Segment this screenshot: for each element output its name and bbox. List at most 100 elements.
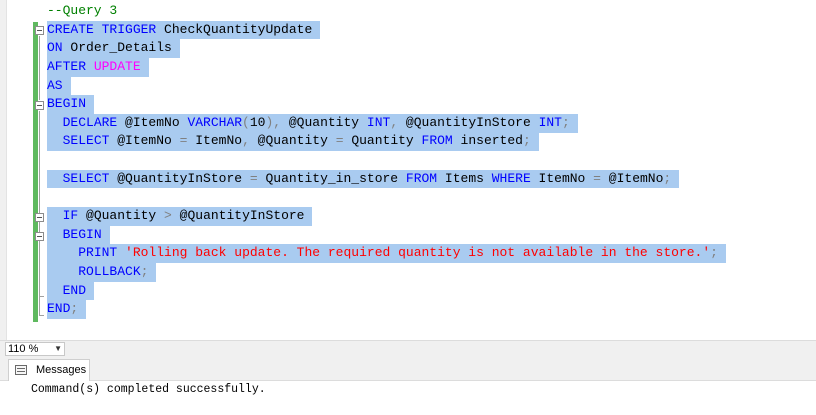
code-line[interactable]: BEGIN	[47, 95, 726, 114]
sql-code[interactable]: --Query 3 CREATE TRIGGER CheckQuantityUpd…	[47, 2, 726, 319]
selection-highlight: --Query 3	[47, 2, 125, 21]
code-token: VARCHAR	[187, 114, 243, 130]
code-line[interactable]: SELECT @ItemNo = ItemNo, @Quantity = Qua…	[47, 132, 726, 152]
code-token: PRINT	[78, 245, 118, 261]
code-line[interactable]: CREATE TRIGGER CheckQuantityUpdate	[47, 20, 726, 40]
code-token: ON	[47, 40, 63, 56]
selection-highlight: DECLARE @ItemNo VARCHAR(10), @Quantity I…	[47, 113, 578, 133]
code-token: Quantity	[343, 133, 422, 149]
code-line[interactable]: AS	[47, 76, 726, 96]
horizontal-scrollbar[interactable]	[70, 342, 816, 356]
selection-highlight: SELECT @ItemNo = ItemNo, @Quantity = Qua…	[47, 132, 539, 152]
collapse-begin-icon[interactable]	[35, 101, 44, 110]
code-token: >	[164, 208, 172, 224]
code-token: INT	[366, 114, 391, 130]
selection-highlight: BEGIN	[47, 225, 110, 245]
code-token: END	[47, 301, 71, 317]
code-token: @ItemNo	[109, 133, 180, 149]
code-token: @QuantityInStore	[398, 114, 539, 130]
code-token: ;	[663, 170, 672, 186]
code-token: CheckQuantityUpdate	[156, 21, 313, 37]
code-token: @Quantity	[249, 133, 336, 149]
code-line[interactable]: IF @Quantity > @QuantityInStore	[47, 207, 726, 226]
code-token: @Quantity	[281, 114, 367, 130]
code-token: ;	[561, 114, 570, 130]
collapse-if-icon[interactable]	[35, 213, 44, 222]
selection-highlight: CREATE TRIGGER CheckQuantityUpdate	[47, 20, 321, 40]
results-tab-strip: Messages	[0, 357, 816, 381]
code-token: FROM	[421, 133, 453, 149]
code-line[interactable]: PRINT 'Rolling back update. The required…	[47, 244, 726, 263]
zoom-value: 110 %	[8, 343, 39, 355]
selection-highlight: END;	[47, 300, 87, 319]
change-tracking-bar	[33, 22, 38, 322]
code-token: =	[335, 133, 344, 149]
code-token: 'Rolling back update. The required quant…	[125, 245, 711, 261]
result-message: Command(s) completed successfully.	[31, 383, 266, 396]
collapse-create-trigger-icon[interactable]	[35, 26, 44, 35]
code-token: ;	[70, 301, 79, 317]
code-line[interactable]	[47, 188, 726, 207]
code-line[interactable]: AFTER UPDATE	[47, 57, 726, 77]
zoom-dropdown[interactable]: 110 % ▼	[5, 342, 65, 356]
query-editor[interactable]: --Query 3 CREATE TRIGGER CheckQuantityUpd…	[0, 0, 816, 340]
tab-messages[interactable]: Messages	[8, 359, 90, 381]
code-token: DECLARE	[62, 114, 118, 130]
outline-end	[39, 296, 44, 297]
selection-highlight: ROLLBACK;	[47, 262, 157, 282]
code-line[interactable]: --Query 3	[47, 2, 726, 21]
code-token: @ItemNo	[117, 114, 188, 130]
outline-guide	[39, 36, 40, 100]
code-token: ROLLBACK	[78, 263, 141, 279]
code-token: IF	[62, 208, 79, 224]
editor-indicator-margin	[0, 0, 7, 340]
code-token: @ItemNo	[600, 170, 664, 186]
results-pane: Messages Command(s) completed successful…	[0, 357, 816, 415]
selection-highlight: END	[47, 281, 95, 301]
code-token: SELECT	[62, 133, 110, 149]
code-token: @QuantityInStore	[109, 170, 250, 186]
selection-highlight: BEGIN	[47, 95, 95, 114]
code-token: TRIGGER	[101, 21, 157, 37]
code-token: BEGIN	[62, 226, 102, 242]
code-token: AS	[47, 77, 63, 93]
code-line[interactable]: ROLLBACK;	[47, 262, 726, 282]
selection-highlight: ON Order_Details	[47, 39, 180, 58]
code-token: =	[249, 170, 258, 186]
code-token: @QuantityInStore	[171, 208, 305, 224]
collapse-inner-begin-icon[interactable]	[35, 232, 44, 241]
code-token: ItemNo	[530, 170, 594, 186]
code-token: ;	[522, 133, 531, 149]
code-line[interactable]: ON Order_Details	[47, 39, 726, 58]
code-line[interactable]: END	[47, 281, 726, 301]
code-token: Quantity_in_store	[257, 170, 406, 186]
zoom-bar: 110 % ▼	[0, 340, 816, 357]
code-line[interactable]: SELECT @QuantityInStore = Quantity_in_st…	[47, 169, 726, 189]
code-token: BEGIN	[47, 96, 87, 112]
selection-highlight: AFTER UPDATE	[47, 57, 149, 77]
code-token: UPDATE	[93, 58, 141, 74]
code-token: ,	[242, 133, 250, 149]
code-line[interactable]: DECLARE @ItemNo VARCHAR(10), @Quantity I…	[47, 113, 726, 133]
code-line[interactable]: END;	[47, 300, 726, 319]
code-token: Order_Details	[62, 40, 172, 56]
code-token: Items	[437, 170, 492, 186]
code-token: (	[242, 114, 250, 130]
code-token: WHERE	[491, 170, 531, 186]
code-token: --Query 3	[47, 3, 118, 18]
code-token: ;	[140, 263, 149, 279]
code-token: @Quantity	[78, 208, 165, 224]
code-line[interactable]: BEGIN	[47, 225, 726, 245]
code-line[interactable]	[47, 151, 726, 170]
messages-icon	[15, 365, 27, 375]
